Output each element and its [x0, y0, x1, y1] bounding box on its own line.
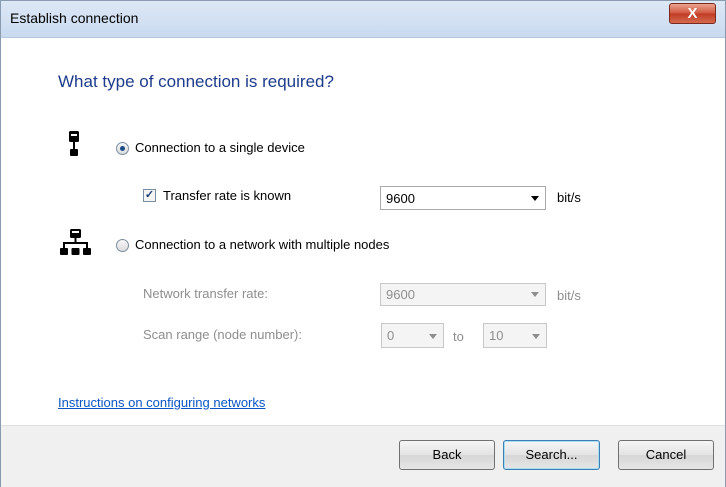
network-icon	[60, 229, 91, 256]
scan-to-value: 10	[489, 328, 504, 343]
transfer-rate-unit: bit/s	[557, 190, 581, 205]
dialog-content: What type of connection is required? Con…	[1, 38, 725, 424]
dialog-window: Establish connection X What type of conn…	[0, 0, 726, 487]
network-rate-label: Network transfer rate:	[143, 286, 268, 301]
chevron-down-icon	[531, 292, 539, 297]
chevron-down-icon	[532, 334, 540, 339]
transfer-rate-select[interactable]: 9600	[380, 186, 546, 210]
single-device-radio[interactable]	[116, 142, 129, 155]
button-bar: Back Search... Cancel	[1, 425, 725, 487]
scan-to-label: to	[453, 329, 464, 344]
cancel-button[interactable]: Cancel	[618, 440, 714, 470]
transfer-rate-known-checkbox[interactable]: ✓	[143, 189, 156, 202]
checkmark-icon: ✓	[144, 189, 155, 201]
chevron-down-icon	[531, 196, 539, 201]
scan-range-label: Scan range (node number):	[143, 327, 302, 342]
transfer-rate-known-label: Transfer rate is known	[163, 188, 292, 203]
single-device-icon	[68, 131, 80, 159]
scan-from-select[interactable]: 0	[381, 323, 444, 348]
title-bar: Establish connection X	[1, 1, 725, 38]
back-button[interactable]: Back	[399, 440, 495, 470]
transfer-rate-value: 9600	[386, 191, 415, 206]
network-label: Connection to a network with multiple no…	[135, 237, 390, 252]
instructions-link[interactable]: Instructions on configuring networks	[58, 395, 265, 410]
scan-from-value: 0	[387, 328, 395, 343]
close-button[interactable]: X	[669, 3, 716, 24]
network-rate-value: 9600	[386, 287, 415, 302]
window-title: Establish connection	[10, 10, 139, 26]
search-button[interactable]: Search...	[503, 440, 600, 470]
network-radio[interactable]	[116, 239, 129, 252]
single-device-label: Connection to a single device	[135, 140, 305, 155]
network-rate-unit: bit/s	[557, 288, 581, 303]
page-title: What type of connection is required?	[58, 72, 334, 91]
close-icon: X	[687, 5, 698, 22]
chevron-down-icon	[429, 334, 437, 339]
network-rate-select[interactable]: 9600	[380, 283, 546, 306]
scan-to-select[interactable]: 10	[483, 323, 547, 348]
